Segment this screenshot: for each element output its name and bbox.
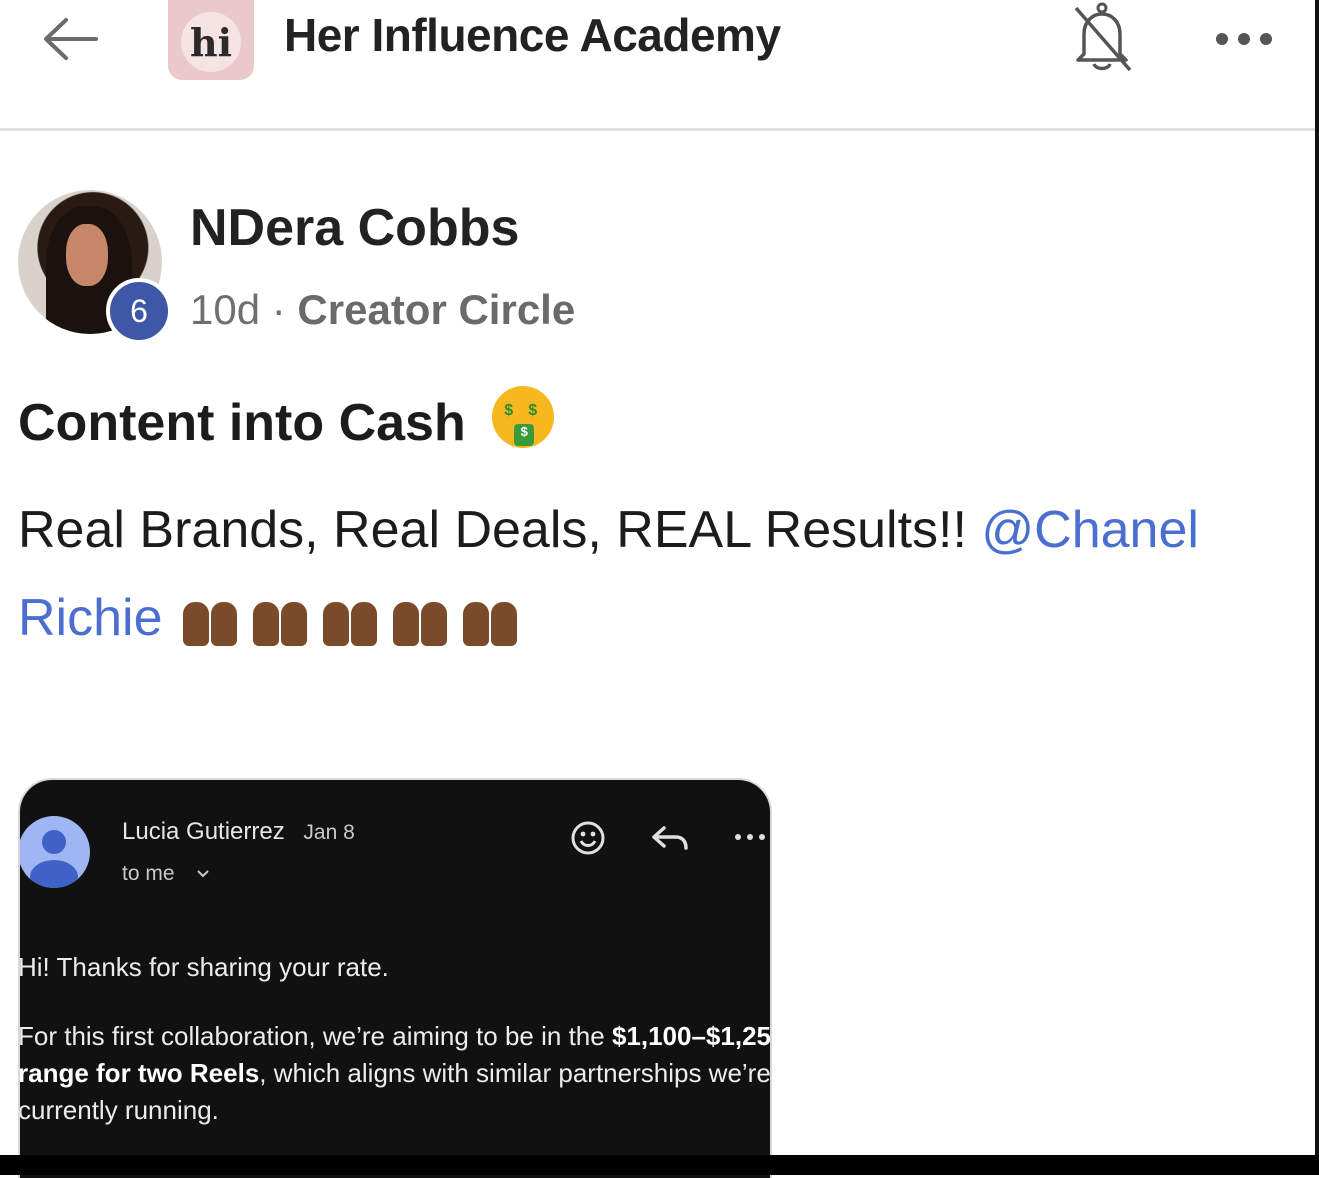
mention-link-part1[interactable]: @Chanel — [981, 501, 1199, 559]
logo-text: hi — [181, 12, 241, 72]
email-sender: Lucia Gutierrez Jan 8 — [122, 818, 355, 846]
bell-muted-icon[interactable] — [1066, 0, 1138, 76]
group-title[interactable]: Her Influence Academy — [284, 8, 781, 62]
more-options-icon[interactable] — [1212, 24, 1276, 54]
space-link[interactable]: Creator Circle — [297, 286, 575, 333]
header-divider — [0, 128, 1315, 131]
mention-link-part2[interactable]: Richie — [18, 588, 163, 648]
post-title: Content into Cash $ $ $ — [18, 386, 555, 453]
post-age: 10d — [190, 286, 261, 333]
post-body-line1: Real Brands, Real Deals, REAL Results!! … — [18, 500, 1199, 560]
money-mouth-face-icon: $ $ $ — [492, 386, 555, 448]
author-name[interactable]: NDera Cobbs — [190, 198, 519, 258]
email-date: Jan 8 — [303, 821, 355, 844]
email-more-icon — [735, 834, 765, 840]
email-greeting: Hi! Thanks for sharing your rate. — [18, 952, 389, 982]
reply-icon — [652, 826, 688, 850]
emoji-reaction-icon — [571, 821, 605, 855]
top-bar: hi Her Influence Academy — [0, 0, 1315, 128]
level-badge: 6 — [106, 278, 172, 344]
group-logo[interactable]: hi — [168, 0, 254, 80]
chevron-down-icon — [197, 870, 210, 878]
meta-separator: · — [271, 286, 286, 333]
sender-avatar-icon — [20, 816, 90, 888]
post-meta: 10d · Creator Circle — [190, 286, 575, 334]
post-body-text: Real Brands, Real Deals, REAL Results!! — [18, 501, 982, 559]
bottom-edge — [0, 1155, 1319, 1175]
sender-name: Lucia Gutierrez — [122, 818, 285, 845]
back-arrow-icon[interactable] — [40, 14, 100, 64]
email-paragraph: For this first collaboration, we’re aimi… — [20, 1018, 770, 1129]
email-screenshot-image[interactable]: Lucia Gutierrez Jan 8 to me Hi! Thanks f… — [18, 778, 772, 1178]
raising-hands-icon — [179, 590, 529, 646]
post-title-text: Content into Cash — [18, 394, 466, 452]
email-recipient: to me — [122, 862, 216, 886]
post-body-line2: Richie — [18, 588, 529, 648]
screen-edge — [1315, 0, 1319, 1155]
